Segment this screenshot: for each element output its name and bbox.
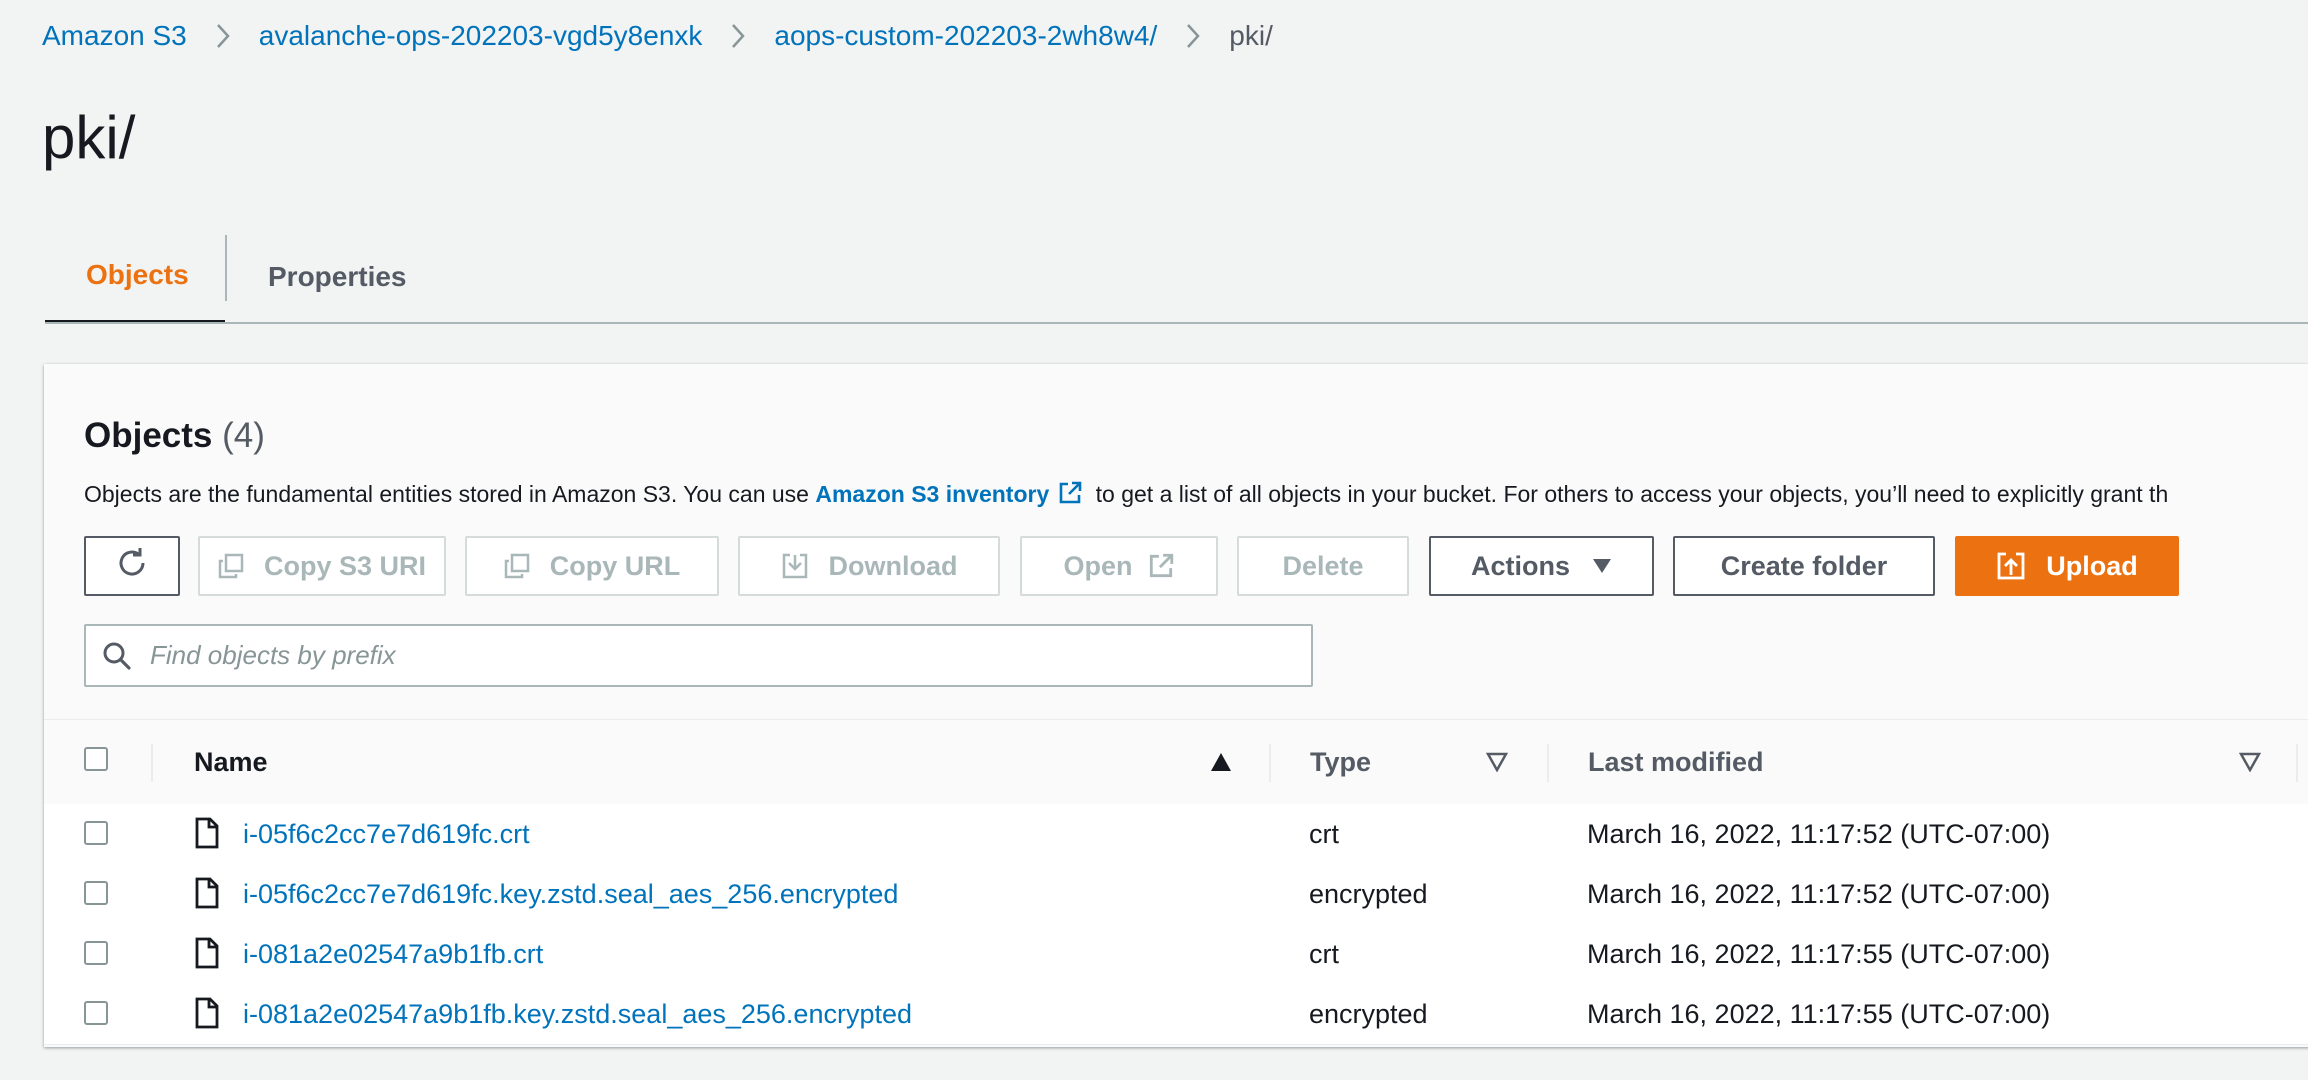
copy-url-button[interactable]: Copy URL	[465, 536, 719, 596]
object-last-modified: March 16, 2022, 11:17:52 (UTC-07:00)	[1587, 818, 2051, 849]
objects-count: (4)	[222, 416, 265, 455]
upload-label: Upload	[2046, 550, 2138, 581]
object-name-link[interactable]: i-05f6c2cc7e7d619fc.crt	[243, 804, 530, 864]
tab-list: Objects Properties	[45, 230, 407, 324]
search-icon	[102, 641, 132, 671]
delete-button[interactable]: Delete	[1237, 536, 1409, 596]
actions-dropdown-button[interactable]: Actions	[1429, 536, 1654, 596]
objects-description: Objects are the fundamental entities sto…	[84, 478, 2168, 514]
upload-button[interactable]: Upload	[1955, 536, 2179, 596]
object-name-link[interactable]: i-05f6c2cc7e7d619fc.key.zstd.seal_aes_25…	[243, 864, 898, 924]
objects-panel: Objects (4) Objects are the fundamental …	[44, 364, 2308, 1047]
breadcrumb-amazon-s3[interactable]: Amazon S3	[42, 20, 187, 52]
search-input[interactable]	[148, 639, 1252, 672]
breadcrumb-folder[interactable]: aops-custom-202203-2wh8w4/	[774, 20, 1157, 52]
column-divider	[2296, 744, 2298, 782]
object-last-modified: March 16, 2022, 11:17:55 (UTC-07:00)	[1587, 998, 2051, 1029]
object-type: encrypted	[1309, 998, 1428, 1029]
upload-icon	[1996, 551, 2026, 581]
column-header-name[interactable]: Name	[194, 720, 268, 805]
open-button[interactable]: Open	[1020, 536, 1218, 596]
sort-ascending-icon[interactable]	[1210, 752, 1232, 772]
search-box	[84, 624, 1313, 687]
page-title: pki/	[42, 104, 136, 171]
object-type: crt	[1309, 938, 1339, 969]
breadcrumb-current: pki/	[1229, 20, 1273, 51]
file-icon	[194, 937, 220, 969]
chevron-right-icon	[702, 18, 774, 54]
amazon-s3-inventory-link[interactable]: Amazon S3 inventory	[815, 481, 1049, 507]
column-header-type[interactable]: Type	[1310, 720, 1371, 805]
copy-icon	[504, 553, 530, 579]
refresh-icon	[115, 546, 149, 587]
caret-down-icon	[1592, 558, 1612, 574]
column-divider	[1547, 744, 1549, 782]
create-folder-button[interactable]: Create folder	[1673, 536, 1935, 596]
object-type: crt	[1309, 818, 1339, 849]
download-icon	[781, 552, 809, 580]
description-text-post: to get a list of all objects in your buc…	[1095, 481, 2169, 507]
copy-s3-uri-label: Copy S3 URI	[263, 550, 427, 581]
column-divider	[1269, 744, 1271, 782]
description-text-pre: Objects are the fundamental entities sto…	[84, 481, 809, 507]
object-type: encrypted	[1309, 878, 1428, 909]
actions-label: Actions	[1470, 550, 1570, 581]
tab-properties[interactable]: Properties	[225, 230, 407, 324]
object-last-modified: March 16, 2022, 11:17:55 (UTC-07:00)	[1587, 938, 2051, 969]
object-last-modified: March 16, 2022, 11:17:52 (UTC-07:00)	[1587, 878, 2051, 909]
download-button[interactable]: Download	[738, 536, 1000, 596]
row-checkbox[interactable]	[84, 941, 108, 965]
table-row[interactable]: i-05f6c2cc7e7d619fc.key.zstd.seal_aes_25…	[44, 864, 2308, 925]
tab-divider	[225, 235, 227, 301]
refresh-button[interactable]	[84, 536, 180, 596]
external-link-icon	[1147, 552, 1175, 580]
copy-icon	[218, 553, 244, 579]
table-row[interactable]: i-081a2e02547a9b1fb.crt crt March 16, 20…	[44, 924, 2308, 985]
row-checkbox[interactable]	[84, 881, 108, 905]
column-header-last-modified[interactable]: Last modified	[1588, 720, 1764, 805]
column-divider	[151, 744, 153, 782]
tabs-underline	[45, 322, 2308, 324]
sort-icon[interactable]	[2239, 752, 2261, 772]
breadcrumb-bucket[interactable]: avalanche-ops-202203-vgd5y8enxk	[259, 20, 703, 52]
chevron-right-icon	[1157, 18, 1229, 54]
copy-url-label: Copy URL	[549, 550, 681, 581]
download-label: Download	[828, 550, 958, 581]
open-label: Open	[1063, 550, 1133, 581]
row-checkbox[interactable]	[84, 821, 108, 845]
objects-title-label: Objects	[84, 416, 213, 455]
delete-label: Delete	[1282, 550, 1364, 581]
object-name-link[interactable]: i-081a2e02547a9b1fb.key.zstd.seal_aes_25…	[243, 984, 912, 1044]
external-link-icon[interactable]	[1057, 480, 1083, 514]
file-icon	[194, 997, 220, 1029]
copy-s3-uri-button[interactable]: Copy S3 URI	[198, 536, 446, 596]
row-checkbox[interactable]	[84, 1001, 108, 1025]
select-all-checkbox[interactable]	[84, 747, 108, 771]
file-icon	[194, 817, 220, 849]
file-icon	[194, 877, 220, 909]
chevron-right-icon	[187, 18, 259, 54]
objects-panel-header: Objects (4) Objects are the fundamental …	[84, 414, 2308, 507]
sort-icon[interactable]	[1486, 752, 1508, 772]
breadcrumb: Amazon S3 avalanche-ops-202203-vgd5y8enx…	[42, 18, 1273, 54]
objects-panel-title: Objects (4)	[84, 414, 2308, 458]
table-row[interactable]: i-081a2e02547a9b1fb.key.zstd.seal_aes_25…	[44, 984, 2308, 1045]
tab-objects[interactable]: Objects	[45, 230, 225, 324]
table-row[interactable]: i-05f6c2cc7e7d619fc.crt crt March 16, 20…	[44, 804, 2308, 865]
create-folder-label: Create folder	[1720, 550, 1888, 581]
object-name-link[interactable]: i-081a2e02547a9b1fb.crt	[243, 924, 543, 984]
table-header: Name Type Last modified	[44, 719, 2308, 807]
